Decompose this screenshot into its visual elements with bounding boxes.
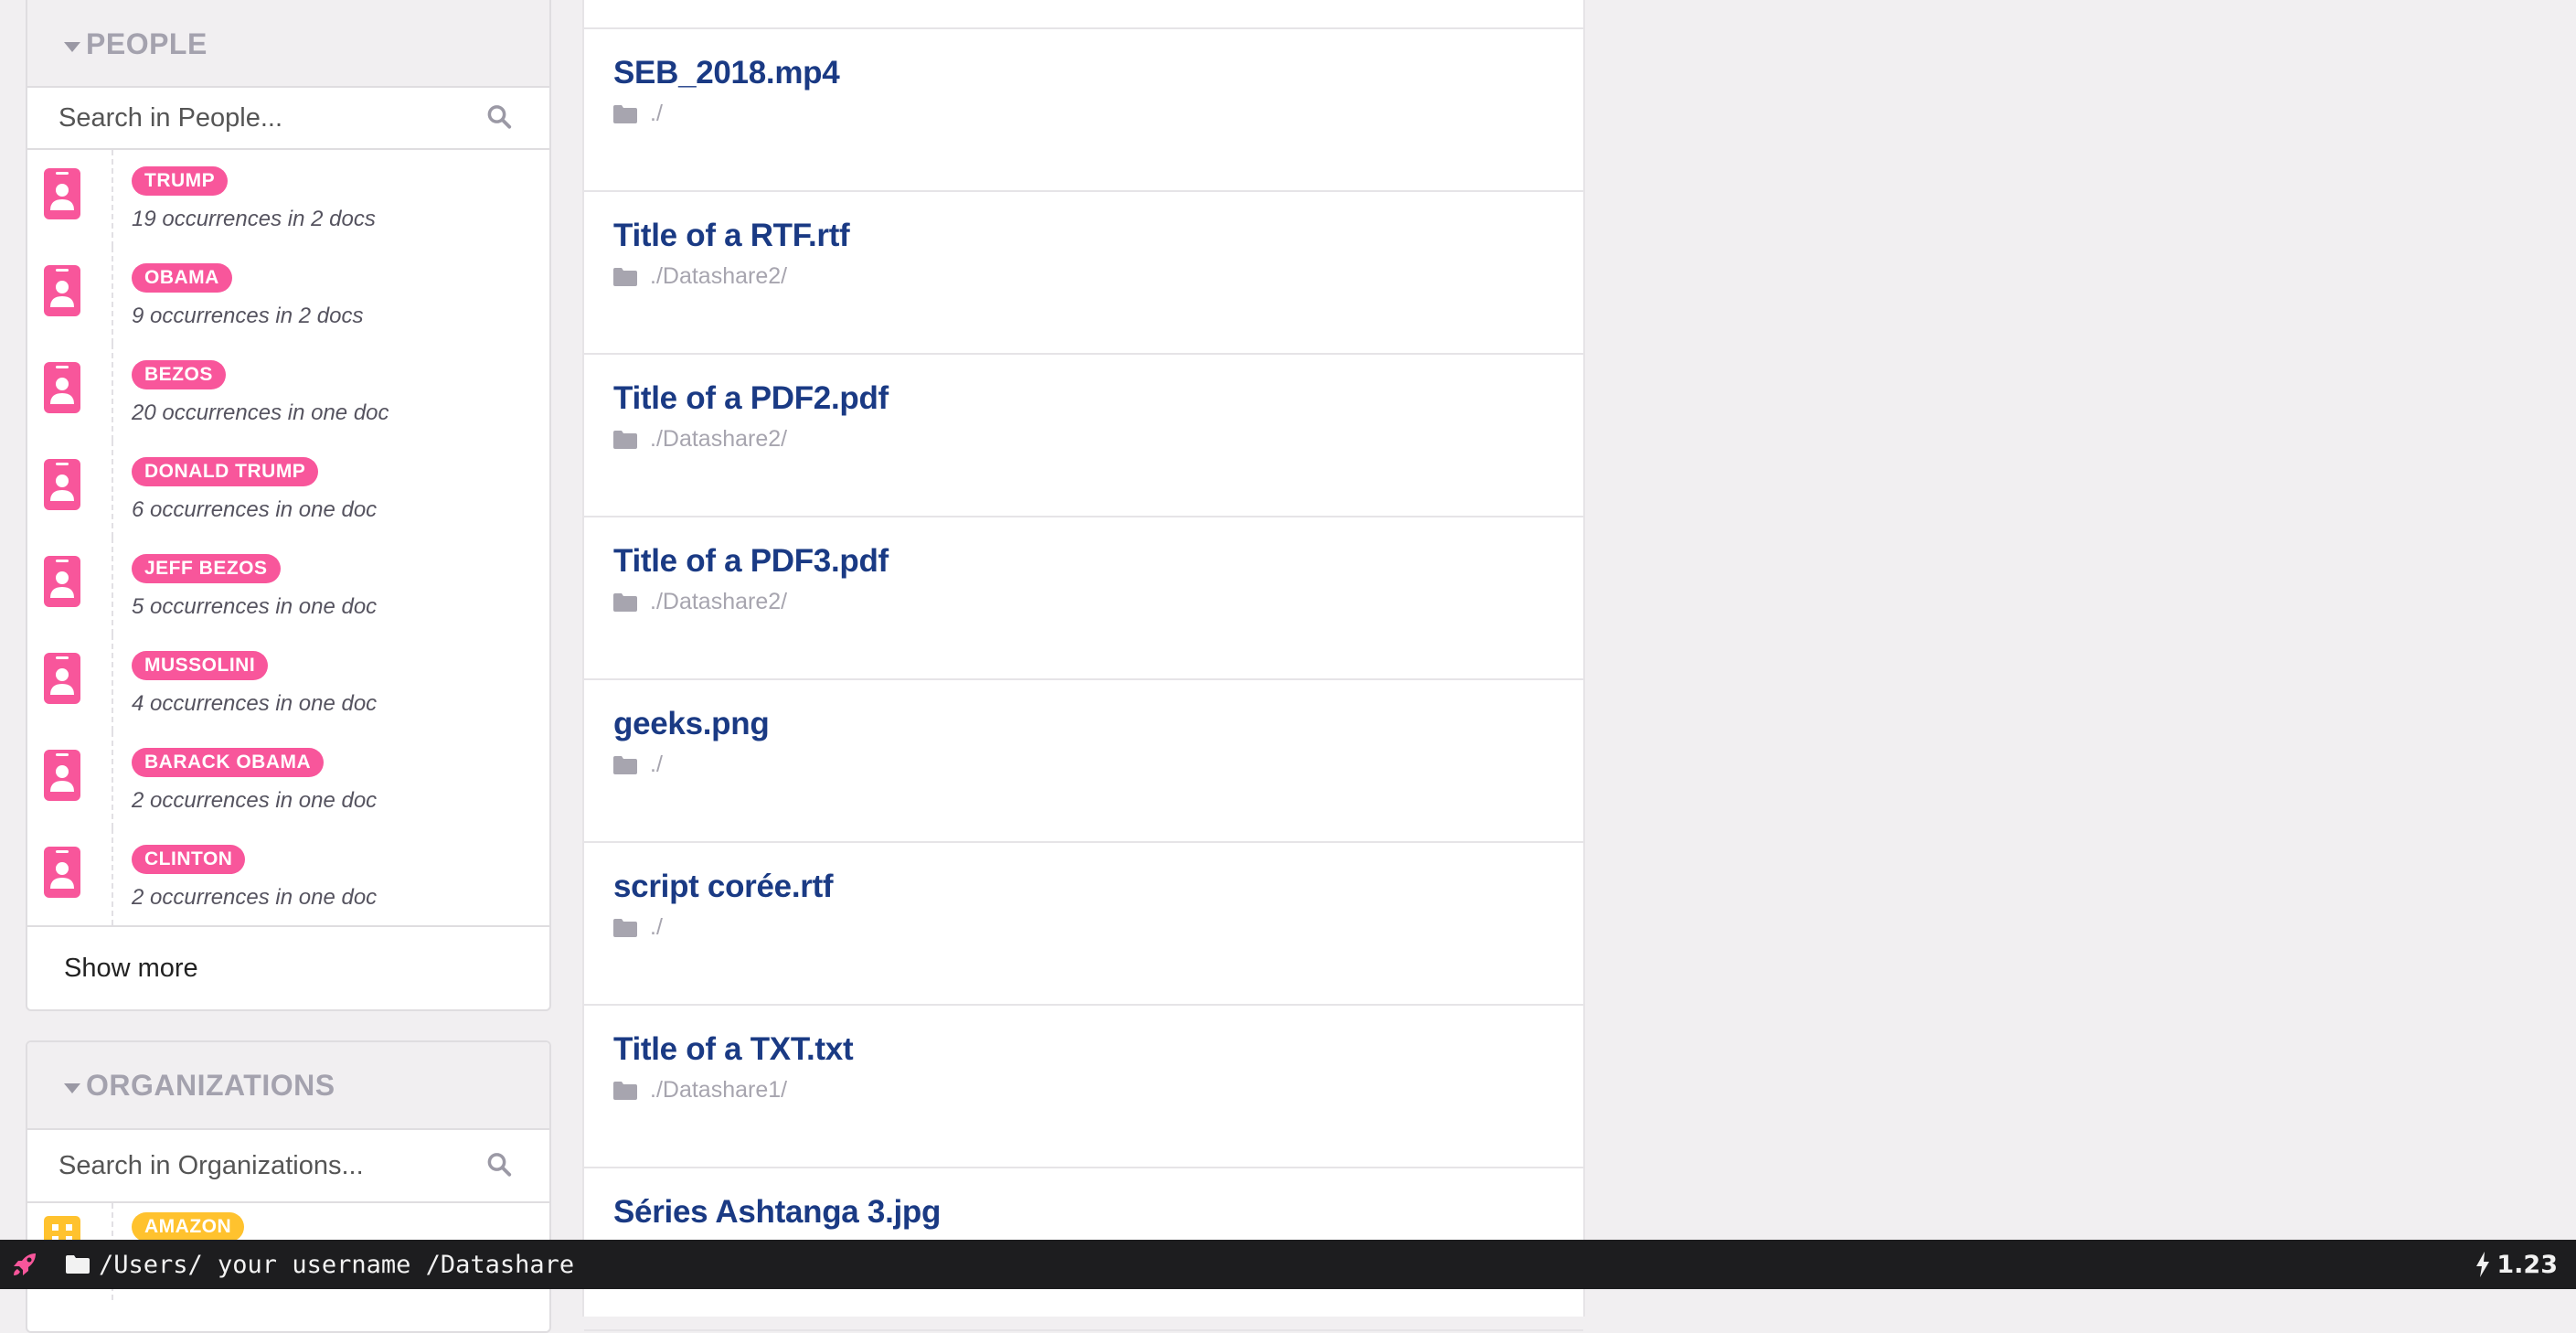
list-item[interactable]: JEFF BEZOS 5 occurrences in one doc (27, 538, 549, 635)
document-item[interactable]: Title of a RTF.rtf ./Datashare2/ (584, 192, 1583, 355)
document-path: ./Datashare2/ (613, 426, 1583, 453)
person-badge-icon (44, 362, 80, 413)
folder-icon (613, 756, 637, 774)
occurrences-text: 19 occurrences in 2 docs (132, 207, 376, 232)
show-more-button[interactable]: Show more (27, 925, 549, 1009)
person-badge-icon (44, 265, 80, 316)
organizations-search (27, 1130, 549, 1203)
search-icon[interactable] (485, 103, 513, 131)
caret-down-icon[interactable] (64, 42, 80, 52)
folder-icon (613, 919, 637, 937)
status-bar: /Users/ your username /Datashare 1.23 (0, 1240, 2576, 1289)
list-item[interactable]: BARACK OBAMA 2 occurrences in one doc (27, 731, 549, 828)
person-badge-icon (44, 459, 80, 510)
person-badge-icon (44, 750, 80, 801)
document-path-text: ./Datashare1/ (650, 1077, 787, 1104)
list-item[interactable]: BEZOS 20 occurrences in one doc (27, 344, 549, 441)
version-indicator[interactable]: 1.23 (2475, 1251, 2558, 1279)
list-item[interactable]: OBAMA 9 occurrences in 2 docs (27, 247, 549, 344)
document-path: ./Datashare1/ (613, 1077, 1583, 1104)
people-search-input[interactable] (27, 88, 549, 148)
bolt-icon (2475, 1252, 2491, 1277)
people-facet-header[interactable]: PEOPLE (27, 0, 549, 88)
folder-icon (613, 1082, 637, 1100)
person-badge-icon (44, 556, 80, 607)
occurrences-text: 2 occurrences in one doc (132, 788, 377, 814)
caret-down-icon[interactable] (64, 1083, 80, 1093)
document-title[interactable]: Title of a PDF2.pdf (613, 380, 1583, 417)
occurrences-text: 2 occurrences in one doc (132, 885, 377, 911)
people-list: TRUMP 19 occurrences in 2 docs OBAMA 9 o… (27, 150, 549, 925)
document-path: ./ (613, 914, 1583, 941)
document-title[interactable]: script corée.rtf (613, 869, 1583, 905)
list-item[interactable]: MUSSOLINI 4 occurrences in one doc (27, 635, 549, 731)
entity-pill[interactable]: TRUMP (132, 166, 228, 196)
document-path-text: ./ (650, 752, 663, 778)
organizations-facet-title: ORGANIZATIONS (86, 1069, 335, 1103)
document-title[interactable]: Title of a RTF.rtf (613, 218, 1583, 254)
list-item[interactable]: TRUMP 19 occurrences in 2 docs (27, 150, 549, 247)
entity-pill[interactable]: CLINTON (132, 845, 245, 874)
occurrences-text: 9 occurrences in 2 docs (132, 304, 363, 329)
document-path: ./ (613, 752, 1583, 778)
people-search (27, 88, 549, 150)
document-path-text: ./ (650, 914, 663, 941)
folder-icon (613, 431, 637, 449)
rocket-icon[interactable] (11, 1251, 38, 1278)
list-item[interactable]: CLINTON 2 occurrences in one doc (27, 828, 549, 925)
entity-pill[interactable]: BEZOS (132, 360, 226, 389)
document-title[interactable]: geeks.png (613, 706, 1583, 742)
entity-pill[interactable]: BARACK OBAMA (132, 748, 324, 777)
people-facet-title: PEOPLE (86, 27, 208, 61)
folder-icon (613, 593, 637, 612)
search-icon[interactable] (485, 1151, 513, 1178)
organizations-facet: ORGANIZATIONS AMAZON (26, 1040, 551, 1333)
person-badge-icon (44, 168, 80, 219)
document-title[interactable]: SEB_2018.mp4 (613, 55, 1583, 91)
document-path: ./Datashare2/ (613, 589, 1583, 615)
data-directory[interactable]: /Users/ your username /Datashare (66, 1251, 574, 1279)
organizations-search-input[interactable] (27, 1130, 549, 1201)
folder-icon (613, 268, 637, 286)
document-path-text: ./Datashare2/ (650, 426, 787, 453)
document-path-text: ./Datashare2/ (650, 263, 787, 290)
folder-icon (613, 105, 637, 123)
document-list-top (584, 0, 1583, 29)
occurrences-text: 5 occurrences in one doc (132, 594, 377, 620)
occurrences-text: 20 occurrences in one doc (132, 400, 389, 426)
entity-pill[interactable]: AMAZON (132, 1212, 244, 1242)
data-directory-text: /Users/ your username /Datashare (99, 1251, 574, 1279)
organizations-facet-header[interactable]: ORGANIZATIONS (27, 1042, 549, 1130)
entity-pill[interactable]: MUSSOLINI (132, 651, 268, 680)
document-title[interactable]: Title of a PDF3.pdf (613, 543, 1583, 580)
document-path-text: ./ (650, 101, 663, 127)
document-item[interactable]: geeks.png ./ (584, 680, 1583, 843)
version-text: 1.23 (2496, 1251, 2558, 1279)
document-title[interactable]: Séries Ashtanga 3.jpg (613, 1194, 1583, 1231)
document-path: ./Datashare2/ (613, 263, 1583, 290)
list-item[interactable]: DONALD TRUMP 6 occurrences in one doc (27, 441, 549, 538)
document-item[interactable]: SEB_2018.mp4 ./ (584, 29, 1583, 192)
document-path: ./ (613, 101, 1583, 127)
people-facet: PEOPLE TRUMP 19 occurrences in 2 docs (26, 0, 551, 1011)
document-path-text: ./Datashare2/ (650, 589, 787, 615)
document-item[interactable]: Title of a PDF2.pdf ./Datashare2/ (584, 355, 1583, 517)
document-item[interactable]: Title of a TXT.txt ./Datashare1/ (584, 1006, 1583, 1168)
occurrences-text: 4 occurrences in one doc (132, 691, 377, 717)
entity-pill[interactable]: DONALD TRUMP (132, 457, 318, 486)
person-badge-icon (44, 653, 80, 704)
document-title[interactable]: Title of a TXT.txt (613, 1031, 1583, 1068)
document-list: SEB_2018.mp4 ./ Title of a RTF.rtf ./Dat… (582, 0, 1585, 1317)
document-item[interactable]: script corée.rtf ./ (584, 843, 1583, 1006)
occurrences-text: 6 occurrences in one doc (132, 497, 377, 523)
entity-pill[interactable]: JEFF BEZOS (132, 554, 281, 583)
folder-icon (66, 1255, 90, 1274)
person-badge-icon (44, 847, 80, 898)
entity-pill[interactable]: OBAMA (132, 263, 232, 293)
document-item[interactable]: Title of a PDF3.pdf ./Datashare2/ (584, 517, 1583, 680)
